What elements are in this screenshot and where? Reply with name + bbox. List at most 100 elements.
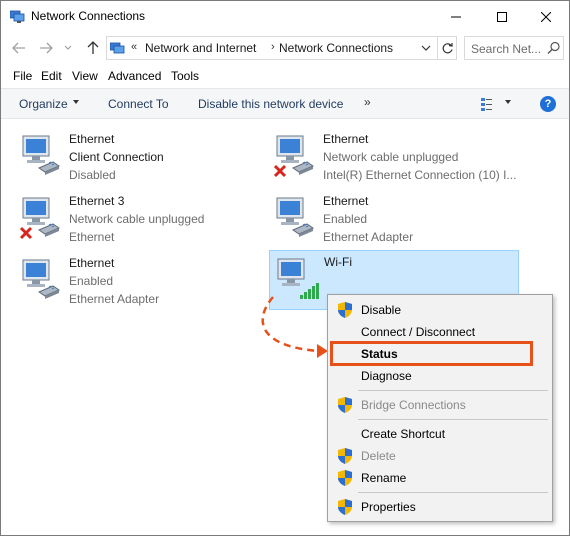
network-adapter-icon xyxy=(273,132,321,180)
back-arrow-icon xyxy=(12,42,25,54)
ctx-label: Bridge Connections xyxy=(361,398,466,412)
navigation-bar: « Network and Internet › Network Connect… xyxy=(1,34,569,62)
adapter-device: Disabled xyxy=(69,168,116,182)
adapter-ethernet-intel[interactable]: Ethernet Network cable unplugged Intel(R… xyxy=(269,128,519,188)
refresh-button[interactable] xyxy=(437,37,457,59)
adapter-status: Client Connection xyxy=(69,150,164,164)
ctx-diagnose[interactable]: Diagnose xyxy=(330,365,550,387)
ctx-label: Rename xyxy=(361,471,407,485)
adapter-ethernet-enabled-2[interactable]: Ethernet Enabled Ethernet Adapter xyxy=(15,252,265,312)
view-options-caret-icon[interactable] xyxy=(505,100,511,104)
ctx-properties[interactable]: Properties xyxy=(330,496,550,518)
menu-advanced[interactable]: Advanced xyxy=(108,69,161,83)
adapter-name: Wi-Fi xyxy=(324,255,352,269)
overflow-chevron[interactable]: « xyxy=(131,41,137,53)
adapter-device: Ethernet xyxy=(69,230,115,244)
help-icon[interactable]: ? xyxy=(540,96,556,112)
back-button[interactable] xyxy=(9,38,29,58)
network-adapter-icon xyxy=(19,256,67,304)
adapter-name: Ethernet xyxy=(69,256,115,270)
search-icon xyxy=(547,41,561,55)
organize-caret-icon xyxy=(73,100,79,104)
search-box[interactable]: Search Net... xyxy=(464,36,564,60)
window-title: Network Connections xyxy=(31,9,146,23)
maximize-icon xyxy=(497,11,507,22)
network-adapter-icon xyxy=(273,194,321,242)
ctx-label: Disable xyxy=(361,303,402,317)
close-icon xyxy=(541,11,551,22)
change-view-icon[interactable] xyxy=(481,97,495,111)
up-arrow-icon xyxy=(87,41,99,54)
adapter-device: Intel(R) Ethernet Connection (10) I... xyxy=(323,168,517,182)
error-x-icon xyxy=(19,226,33,240)
address-bar[interactable]: « Network and Internet › Network Connect… xyxy=(106,36,457,60)
search-placeholder: Search Net... xyxy=(471,42,542,56)
adapter-status: Enabled xyxy=(323,212,368,226)
ctx-separator xyxy=(358,492,548,493)
uac-shield-icon xyxy=(338,499,352,515)
wifi-adapter-icon xyxy=(274,255,322,303)
menu-edit[interactable]: Edit xyxy=(41,69,62,83)
connect-to-button[interactable]: Connect To xyxy=(108,97,169,111)
network-folder-icon xyxy=(9,9,26,23)
adapter-status: Network cable unplugged xyxy=(69,212,205,226)
adapter-device: Ethernet Adapter xyxy=(323,230,414,244)
ctx-create-shortcut[interactable]: Create Shortcut xyxy=(330,423,550,445)
error-x-icon xyxy=(273,164,287,178)
network-adapter-icon xyxy=(19,194,67,242)
maximize-button[interactable] xyxy=(479,1,525,32)
ctx-separator xyxy=(358,390,548,391)
menu-file[interactable]: File xyxy=(13,69,32,83)
uac-shield-icon xyxy=(338,448,352,464)
disable-device-button[interactable]: Disable this network device xyxy=(198,97,343,111)
adapter-ethernet-3[interactable]: Ethernet 3 Network cable unplugged Ether… xyxy=(15,190,265,250)
address-dropdown-button[interactable] xyxy=(416,37,436,59)
command-bar: Organize Connect To Disable this network… xyxy=(1,88,569,119)
ctx-disable[interactable]: Disable xyxy=(330,299,550,321)
breadcrumb-network-connections[interactable]: Network Connections xyxy=(279,41,393,55)
menu-bar: File Edit View Advanced Tools xyxy=(1,65,569,87)
ctx-separator xyxy=(358,419,548,420)
ctx-delete[interactable]: Delete xyxy=(330,445,550,467)
forward-button[interactable] xyxy=(36,38,56,58)
up-button[interactable] xyxy=(83,38,103,58)
adapter-device: Ethernet Adapter xyxy=(69,292,160,306)
ctx-label: Properties xyxy=(361,500,416,514)
breadcrumb-network-and-internet[interactable]: Network and Internet xyxy=(145,41,256,55)
adapter-name: Ethernet 3 xyxy=(69,194,125,208)
minimize-icon xyxy=(451,16,461,17)
network-folder-icon xyxy=(109,41,126,55)
ctx-label: Diagnose xyxy=(361,369,412,383)
minimize-button[interactable] xyxy=(433,1,479,32)
adapter-name: Ethernet xyxy=(323,132,369,146)
menu-tools[interactable]: Tools xyxy=(171,69,199,83)
signal-bars-icon xyxy=(300,283,319,299)
menu-view[interactable]: View xyxy=(72,69,98,83)
adapter-status: Enabled xyxy=(69,274,114,288)
ctx-label: Delete xyxy=(361,449,396,463)
network-adapter-icon xyxy=(19,132,67,180)
ctx-rename[interactable]: Rename xyxy=(330,467,550,489)
ctx-label: Create Shortcut xyxy=(361,427,446,441)
ctx-label: Connect / Disconnect xyxy=(361,325,476,339)
ctx-bridge-connections[interactable]: Bridge Connections xyxy=(330,394,550,416)
more-commands-button[interactable]: » xyxy=(364,95,371,109)
uac-shield-icon xyxy=(338,302,352,318)
close-button[interactable] xyxy=(523,1,569,32)
breadcrumb-separator[interactable]: › xyxy=(271,41,275,53)
refresh-icon xyxy=(442,42,453,53)
organize-button[interactable]: Organize xyxy=(19,97,68,111)
uac-shield-icon xyxy=(338,470,352,486)
uac-shield-icon xyxy=(338,397,352,413)
adapter-status: Network cable unplugged xyxy=(323,150,459,164)
network-connections-window: Network Connections « Network and Intern… xyxy=(0,0,570,536)
adapter-ethernet-enabled-1[interactable]: Ethernet Enabled Ethernet Adapter xyxy=(269,190,519,250)
chevron-down-icon xyxy=(64,45,72,50)
forward-arrow-icon xyxy=(40,42,53,54)
title-bar: Network Connections xyxy=(1,1,569,32)
adapter-name: Ethernet xyxy=(69,132,115,146)
context-menu: Disable Connect / Disconnect Status Diag… xyxy=(327,294,553,522)
ctx-connect-disconnect[interactable]: Connect / Disconnect xyxy=(330,321,550,343)
recent-locations-button[interactable] xyxy=(61,38,75,58)
adapter-ethernet-client[interactable]: Ethernet Client Connection Disabled xyxy=(15,128,265,188)
